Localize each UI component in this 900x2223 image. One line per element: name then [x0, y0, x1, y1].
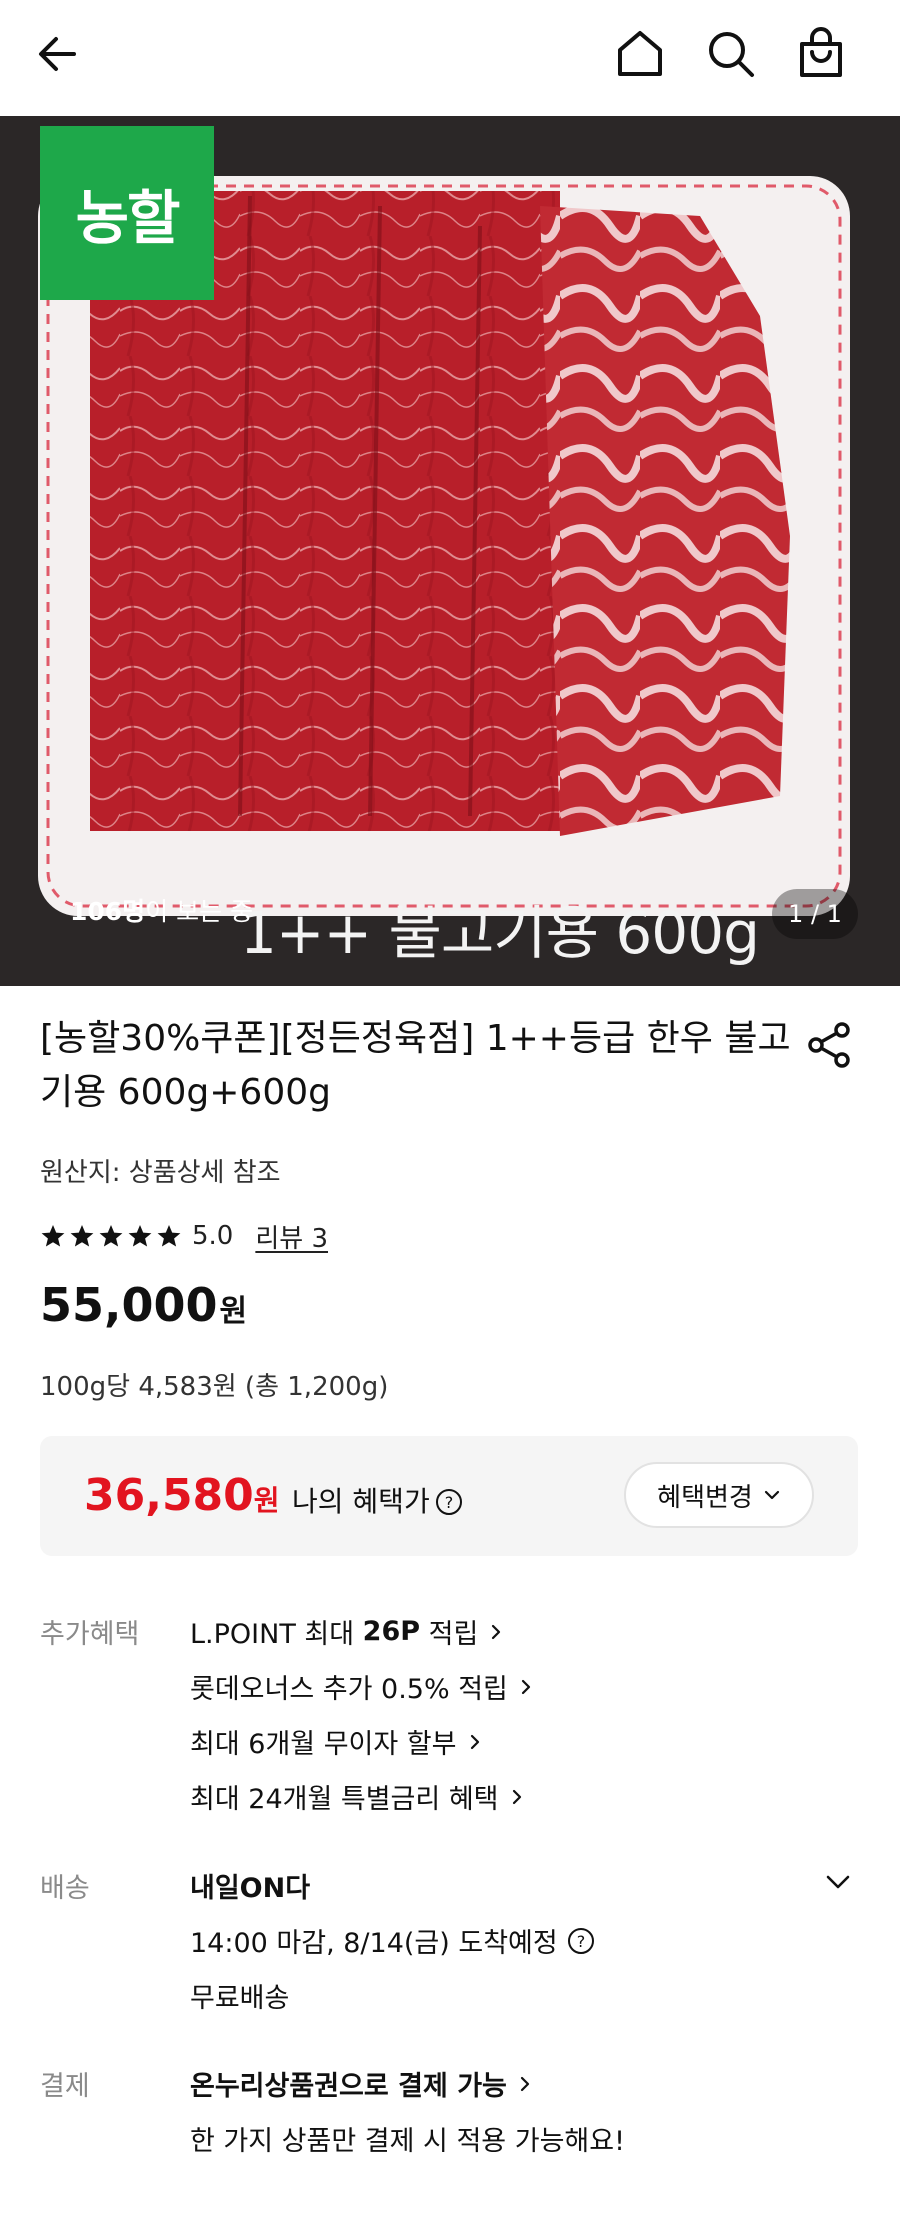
star-icon [128, 1225, 152, 1247]
home-icon[interactable] [612, 26, 668, 82]
viewers-suffix: 이 보는 중 [145, 897, 254, 926]
benefit-item-lpoint[interactable]: L.POINT 최대 26P 적립 [190, 1612, 506, 1651]
image-pager: 1 / 1 [772, 889, 858, 939]
star-icon [99, 1225, 123, 1247]
lpoint-prefix: L.POINT 최대 [190, 1619, 363, 1650]
chevron-down-icon [764, 1490, 779, 1500]
benefit-price-box: 36,580원 나의 혜택가? 혜택변경 [40, 1436, 858, 1556]
star-rating [40, 1223, 182, 1249]
rating-row: 5.0 리뷰 3 [40, 1216, 328, 1256]
benefit-item-text: 최대 24개월 특별금리 혜택 [190, 1784, 499, 1815]
price-unit: 원 [219, 1294, 248, 1329]
delivery-title: 내일ON다 [190, 1866, 310, 1905]
benefit-item-special-rate[interactable]: 최대 24개월 특별금리 혜택 [190, 1777, 527, 1816]
delivery-fee: 무료배송 [190, 1983, 290, 2014]
chevron-right-icon [512, 1789, 521, 1804]
svg-text:?: ? [444, 1493, 453, 1512]
change-benefit-button[interactable]: 혜택변경 [624, 1462, 814, 1528]
delivery-eta: 14:00 마감, 8/14(금) 도착예정 ? [190, 1921, 596, 1960]
viewers-indicator: 106명이 보는 중 [70, 892, 253, 928]
image-caption: 1++ 불고기용 600g [240, 899, 760, 967]
chevron-right-icon [520, 2076, 529, 2091]
benefit-price-value: 36,580 [84, 1470, 254, 1521]
benefit-item-installment[interactable]: 최대 6개월 무이자 할부 [190, 1722, 485, 1761]
payment-option[interactable]: 온누리상품권으로 결제 가능 [190, 2064, 535, 2103]
help-icon[interactable]: ? [434, 1487, 464, 1517]
svg-text:?: ? [576, 1932, 585, 1951]
viewers-count: 106명 [70, 897, 146, 926]
lpoint-suffix: 적립 [420, 1619, 479, 1650]
help-icon[interactable]: ? [566, 1926, 596, 1956]
rating-score: 5.0 [192, 1221, 234, 1251]
payment-label: 결제 [40, 2071, 90, 2102]
product-image[interactable]: 농할 1++ 불고기용 600g 106명이 보는 중 1 / 1 [0, 116, 900, 986]
delivery-label: 배송 [40, 1873, 90, 1904]
benefit-item-lotte-owners[interactable]: 롯데오너스 추가 0.5% 적립 [190, 1667, 536, 1706]
benefit-item-text: 최대 6개월 무이자 할부 [190, 1729, 457, 1760]
shopping-bag-icon[interactable] [793, 26, 849, 82]
chevron-right-icon [521, 1679, 531, 1694]
nonghal-logo: 농할 [40, 126, 214, 300]
star-icon [41, 1225, 65, 1247]
lpoint-amount: 26P [362, 1616, 421, 1647]
origin-info: 원산지: 상품상세 참조 [40, 1158, 281, 1188]
share-icon[interactable] [802, 1018, 856, 1072]
search-icon[interactable] [703, 26, 759, 82]
price-value: 55,000 [40, 1278, 218, 1332]
payment-note: 한 가지 상품만 결제 시 적용 가능해요! [190, 2126, 625, 2157]
review-link[interactable]: 리뷰 3 [255, 1218, 328, 1255]
extra-benefits-label: 추가혜택 [40, 1619, 140, 1650]
benefit-label-text: 나의 혜택가 [292, 1485, 430, 1518]
original-price: 55,000원 [40, 1278, 247, 1332]
benefit-label: 나의 혜택가? [292, 1480, 464, 1520]
delivery-eta-text: 14:00 마감, 8/14(금) 도착예정 [190, 1928, 558, 1959]
delivery-title-text: 내일ON다 [190, 1873, 311, 1904]
nonghal-logo-text: 농할 [75, 184, 181, 252]
chevron-down-icon[interactable] [822, 1866, 854, 1898]
payment-option-text: 온누리상품권으로 결제 가능 [190, 2071, 507, 2102]
benefit-price: 36,580원 [84, 1470, 280, 1521]
benefit-item-text: 롯데오너스 추가 0.5% 적립 [190, 1674, 508, 1705]
back-arrow-icon[interactable] [30, 26, 86, 82]
change-benefit-label: 혜택변경 [657, 1482, 753, 1513]
chevron-right-icon [470, 1734, 479, 1749]
star-icon [157, 1225, 181, 1247]
top-bar [0, 0, 900, 116]
chevron-right-icon [492, 1624, 501, 1639]
star-icon [70, 1225, 94, 1247]
product-title: [농할30%쿠폰][정든정육점] 1++등급 한우 불고기용 600g+600g [40, 1018, 791, 1113]
unit-price: 100g당 4,583원 (총 1,200g) [40, 1372, 389, 1402]
benefit-price-unit: 원 [253, 1484, 280, 1517]
